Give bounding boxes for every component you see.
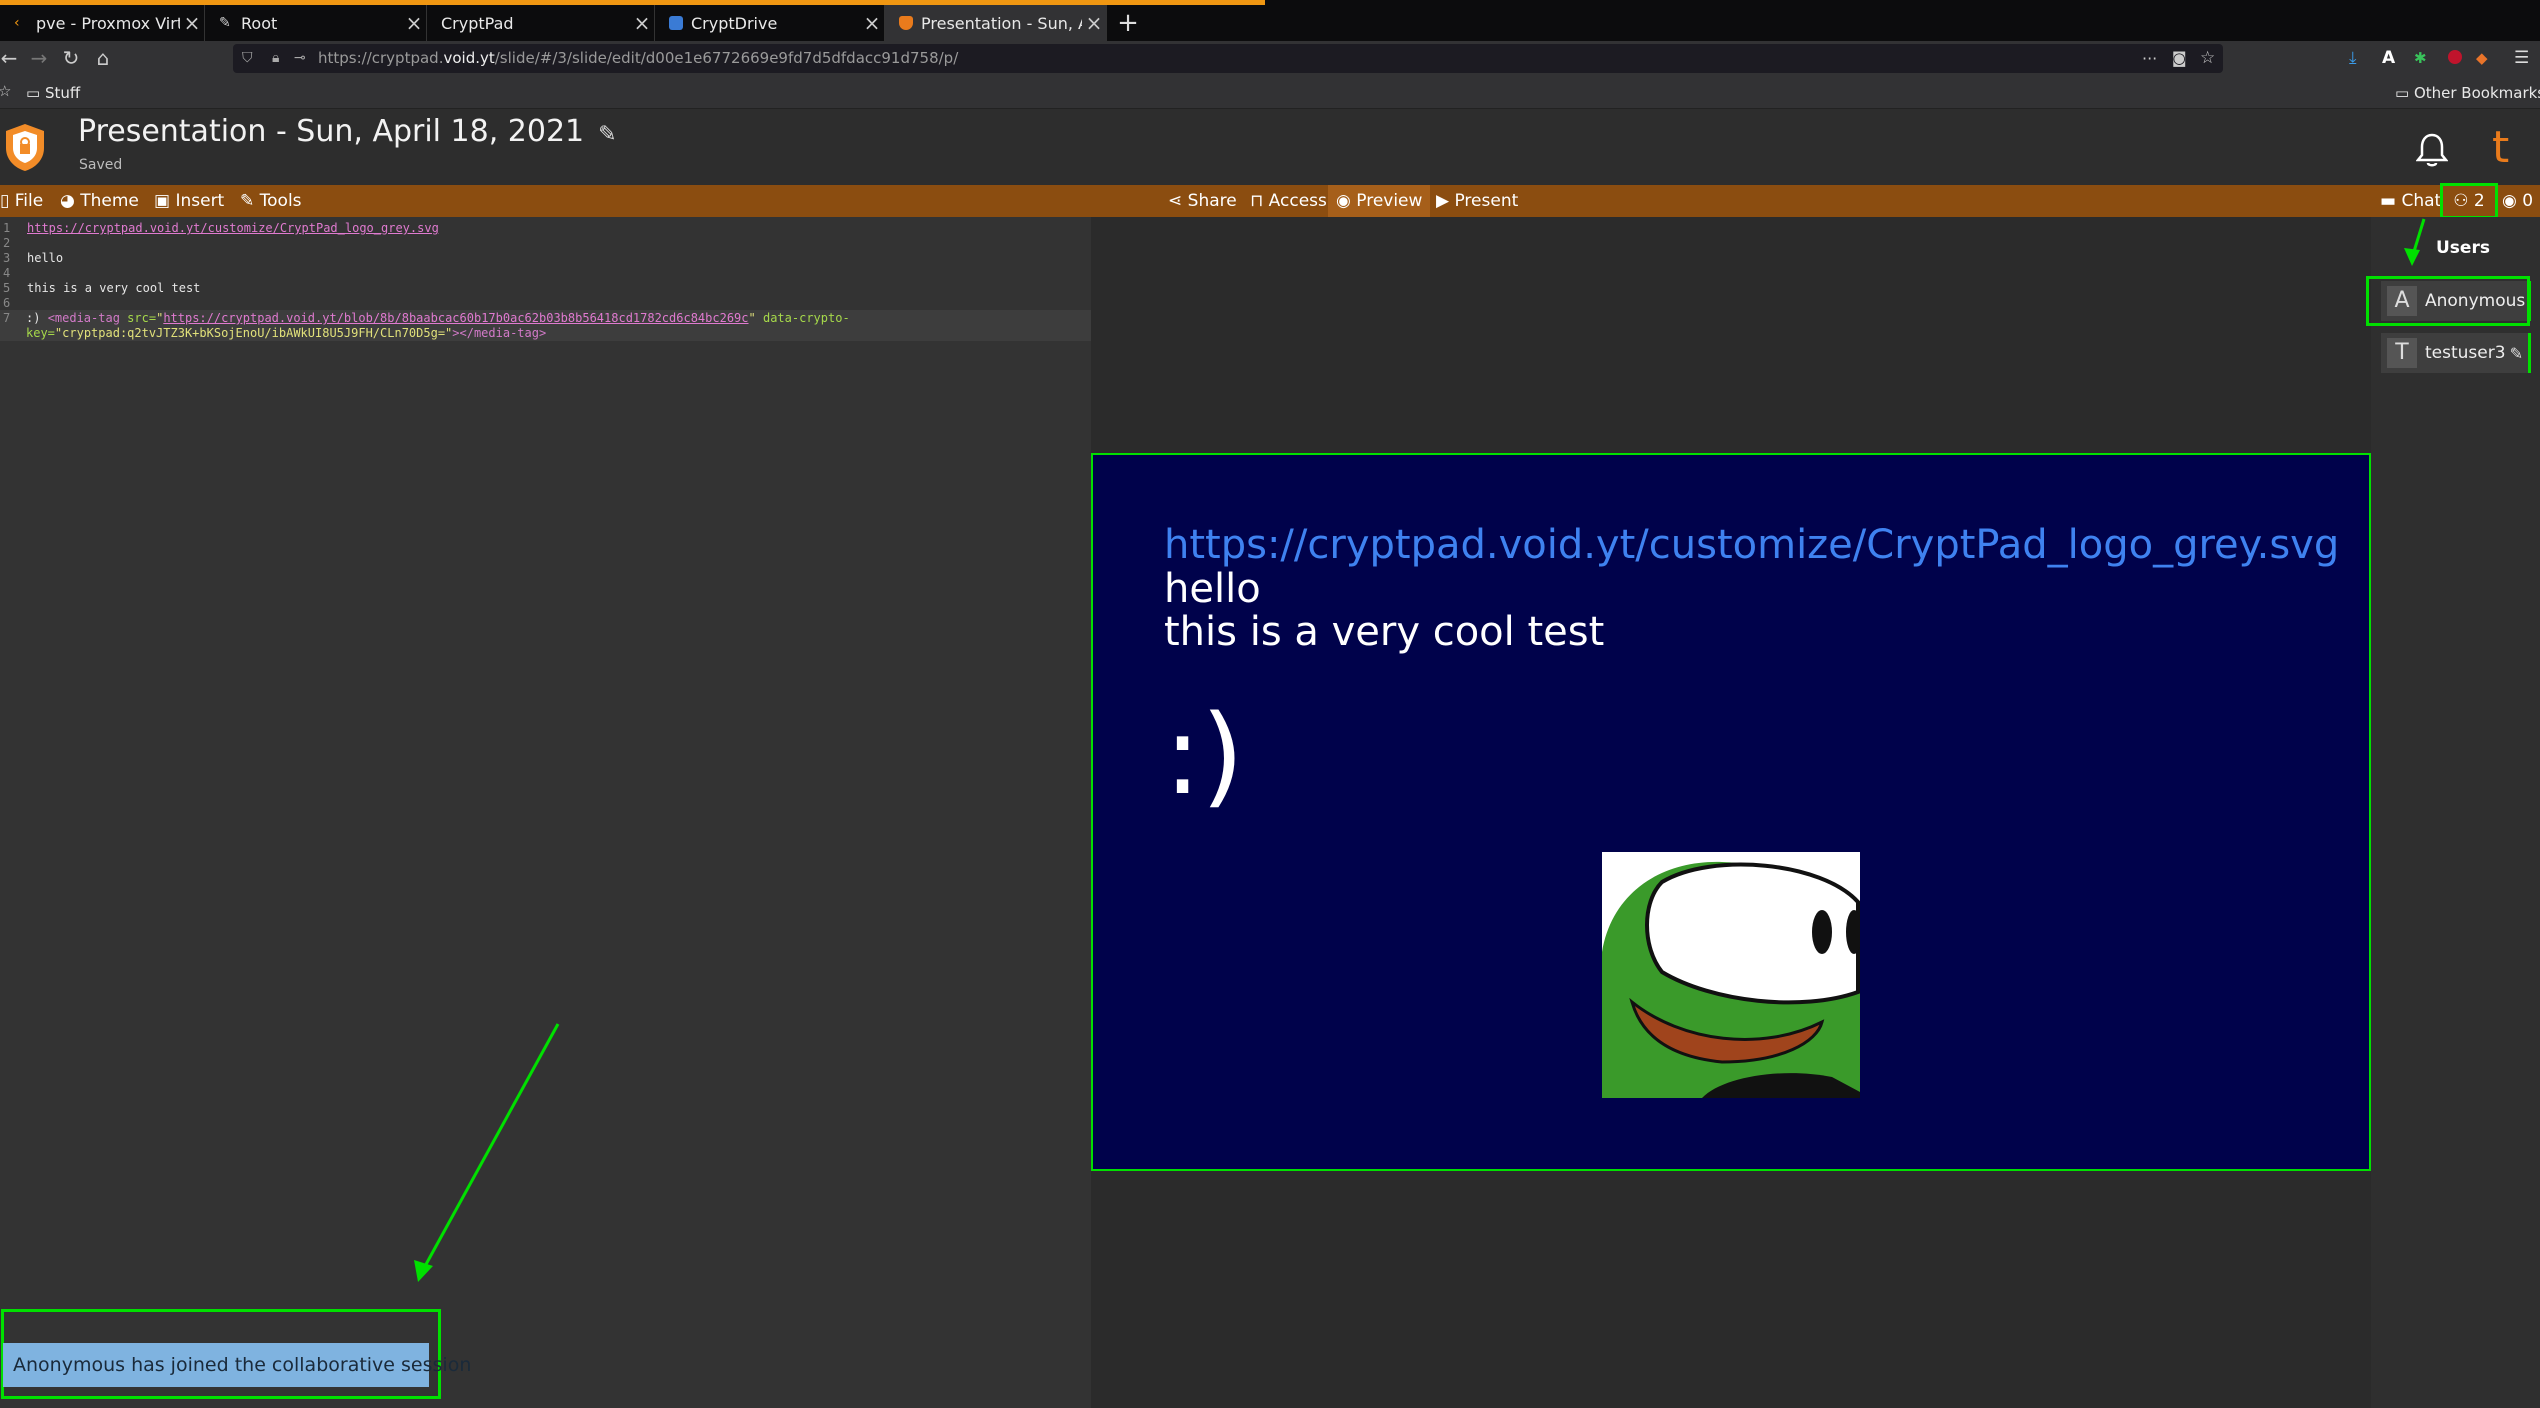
- annotation-arrows: [414, 218, 2426, 1282]
- join-notification[interactable]: Anonymous has joined the collaborative s…: [3, 1343, 471, 1387]
